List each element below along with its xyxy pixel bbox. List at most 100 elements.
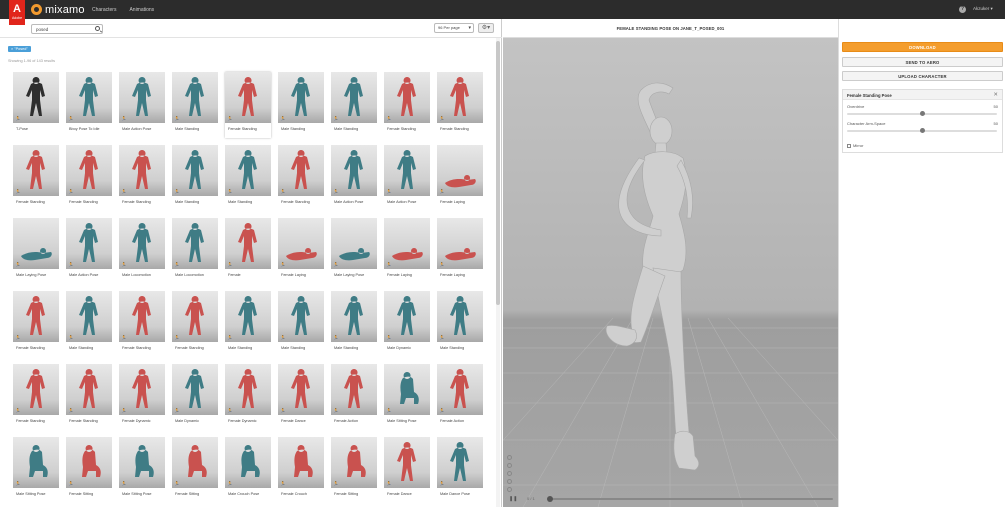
animation-thumbnail[interactable]: 🏃	[384, 291, 430, 342]
animation-card[interactable]: 🏃 Female	[225, 218, 271, 284]
animation-card[interactable]: 🏃 Female Standing	[278, 145, 324, 211]
animation-thumbnail[interactable]: 🏃	[225, 218, 271, 269]
animation-card[interactable]: 🏃 Female Dynamic	[119, 364, 165, 430]
animation-thumbnail[interactable]: 🏃	[13, 437, 59, 488]
grid-scrollbar[interactable]	[496, 38, 500, 507]
animation-thumbnail[interactable]: 🏃	[119, 291, 165, 342]
animation-card[interactable]: 🏃 Male Locomotion	[119, 218, 165, 284]
animation-card[interactable]: 🏃 Male Sitting Pose	[13, 437, 59, 503]
animation-thumbnail[interactable]: 🏃	[13, 364, 59, 415]
mixamo-brand[interactable]: mixamo	[31, 2, 85, 17]
animation-thumbnail[interactable]: 🏃	[384, 364, 430, 415]
animation-card[interactable]: 🏃 Female Laying	[437, 218, 483, 284]
animation-thumbnail[interactable]: 🏃	[437, 145, 483, 196]
upload-character-button[interactable]: UPLOAD CHARACTER	[842, 71, 1003, 81]
animation-card[interactable]: 🏃 Female Sitting	[66, 437, 112, 503]
animation-thumbnail[interactable]: 🏃	[437, 218, 483, 269]
animation-thumbnail[interactable]: 🏃	[225, 72, 271, 123]
animation-thumbnail[interactable]: 🏃	[278, 72, 324, 123]
animation-thumbnail[interactable]: 🏃	[66, 364, 112, 415]
animation-thumbnail[interactable]: 🏃	[172, 291, 218, 342]
nav-characters[interactable]: Characters	[92, 7, 116, 13]
animation-thumbnail[interactable]: 🏃	[13, 218, 59, 269]
animation-thumbnail[interactable]: 🏃	[66, 437, 112, 488]
animation-card[interactable]: 🏃 Male Dynamic	[172, 364, 218, 430]
mirror-toggle[interactable]: Mirror	[847, 143, 863, 148]
send-to-aero-button[interactable]: SEND TO AERO	[842, 57, 1003, 67]
pan-icon[interactable]	[507, 479, 512, 484]
animation-card[interactable]: 🏃 Female Action	[437, 364, 483, 430]
animation-card[interactable]: 🏃 Male Laying Pose	[13, 218, 59, 284]
animation-card[interactable]: 🏃 Female Standing	[172, 291, 218, 357]
animation-thumbnail[interactable]: 🏃	[119, 145, 165, 196]
animation-card[interactable]: 🏃 Male Sitting Pose	[119, 437, 165, 503]
animation-card[interactable]: 🏃 Female Standing	[13, 145, 59, 211]
search-input[interactable]	[31, 24, 103, 34]
overdrive-slider-knob[interactable]	[919, 111, 925, 116]
scrollbar-thumb[interactable]	[496, 41, 500, 305]
settings-gear-button[interactable]: ⚙▾	[478, 23, 494, 33]
animation-thumbnail[interactable]: 🏃	[278, 364, 324, 415]
animation-card[interactable]: 🏃 Male Locomotion	[172, 218, 218, 284]
animation-thumbnail[interactable]: 🏃	[384, 72, 430, 123]
animation-card[interactable]: 🏃 Male Standing	[172, 145, 218, 211]
animation-thumbnail[interactable]: 🏃	[119, 364, 165, 415]
animation-thumbnail[interactable]: 🏃	[437, 72, 483, 123]
animation-thumbnail[interactable]: 🏃	[278, 291, 324, 342]
animation-card[interactable]: 🏃 Male Standing	[278, 72, 324, 138]
animation-card[interactable]: 🏃 Male Standing	[225, 291, 271, 357]
viewport-3d[interactable]	[503, 38, 838, 507]
animation-card[interactable]: 🏃 Male Sitting Pose	[384, 364, 430, 430]
animation-thumbnail[interactable]: 🏃	[172, 364, 218, 415]
animation-card[interactable]: 🏃 Male Action Pose	[331, 145, 377, 211]
search-icon[interactable]	[95, 26, 100, 31]
animation-card[interactable]: 🏃 Male Action Pose	[384, 145, 430, 211]
animation-thumbnail[interactable]: 🏃	[278, 145, 324, 196]
animation-card[interactable]: 🏃 Female Sitting	[172, 437, 218, 503]
animation-thumbnail[interactable]: 🏃	[437, 291, 483, 342]
animation-card[interactable]: 🏃 Male Standing	[437, 291, 483, 357]
animation-thumbnail[interactable]: 🏃	[225, 364, 271, 415]
animation-card[interactable]: 🏃 Male Standing	[331, 291, 377, 357]
animation-card[interactable]: 🏃 Male Crouch Pose	[225, 437, 271, 503]
animation-thumbnail[interactable]: 🏃	[225, 437, 271, 488]
animation-card[interactable]: 🏃 Male Action Pose	[119, 72, 165, 138]
animation-thumbnail[interactable]: 🏃	[278, 218, 324, 269]
animation-card[interactable]: 🏃 Female Laying	[278, 218, 324, 284]
animation-thumbnail[interactable]: 🏃	[437, 364, 483, 415]
animation-thumbnail[interactable]: 🏃	[66, 145, 112, 196]
animation-card[interactable]: 🏃 Male Standing	[172, 72, 218, 138]
nav-animations[interactable]: Animations	[129, 7, 154, 13]
animation-thumbnail[interactable]: 🏃	[331, 145, 377, 196]
animation-thumbnail[interactable]: 🏃	[66, 291, 112, 342]
animation-thumbnail[interactable]: 🏃	[225, 145, 271, 196]
globe-icon[interactable]	[507, 455, 512, 460]
animation-card[interactable]: 🏃 Female Sitting	[331, 437, 377, 503]
animation-card[interactable]: 🏃 Female Standing	[119, 291, 165, 357]
animation-thumbnail[interactable]: 🏃	[331, 364, 377, 415]
animation-card[interactable]: 🏃 Female Standing	[13, 364, 59, 430]
animation-thumbnail[interactable]: 🏃	[384, 437, 430, 488]
per-page-select[interactable]: 96 Per page	[434, 23, 474, 33]
arm-space-slider-knob[interactable]	[919, 128, 925, 133]
arm-space-slider[interactable]	[847, 128, 997, 133]
animation-thumbnail[interactable]: 🏃	[331, 72, 377, 123]
animation-card[interactable]: 🏃 Male Standing	[331, 72, 377, 138]
animation-thumbnail[interactable]: 🏃	[119, 72, 165, 123]
animation-card[interactable]: 🏃 Female Standing	[384, 72, 430, 138]
animation-card[interactable]: 🏃 Female Laying	[384, 218, 430, 284]
filter-tag-posed[interactable]: × "Posed"	[8, 46, 31, 52]
animation-card[interactable]: 🏃 T-Pose	[13, 72, 59, 138]
animation-card[interactable]: 🏃 Female Dance	[278, 364, 324, 430]
mirror-checkbox[interactable]	[847, 143, 851, 148]
animation-card[interactable]: 🏃 Male Standing	[278, 291, 324, 357]
animation-thumbnail[interactable]: 🏃	[172, 218, 218, 269]
animation-card[interactable]: 🏃 Female Standing	[13, 291, 59, 357]
animation-card[interactable]: 🏃 Male Action Pose	[66, 218, 112, 284]
animation-thumbnail[interactable]: 🏃	[66, 218, 112, 269]
animation-thumbnail[interactable]: 🏃	[225, 291, 271, 342]
animation-thumbnail[interactable]: 🏃	[13, 72, 59, 123]
animation-card[interactable]: 🏃 Female Laying	[437, 145, 483, 211]
animation-thumbnail[interactable]: 🏃	[331, 437, 377, 488]
animation-thumbnail[interactable]: 🏃	[384, 218, 430, 269]
